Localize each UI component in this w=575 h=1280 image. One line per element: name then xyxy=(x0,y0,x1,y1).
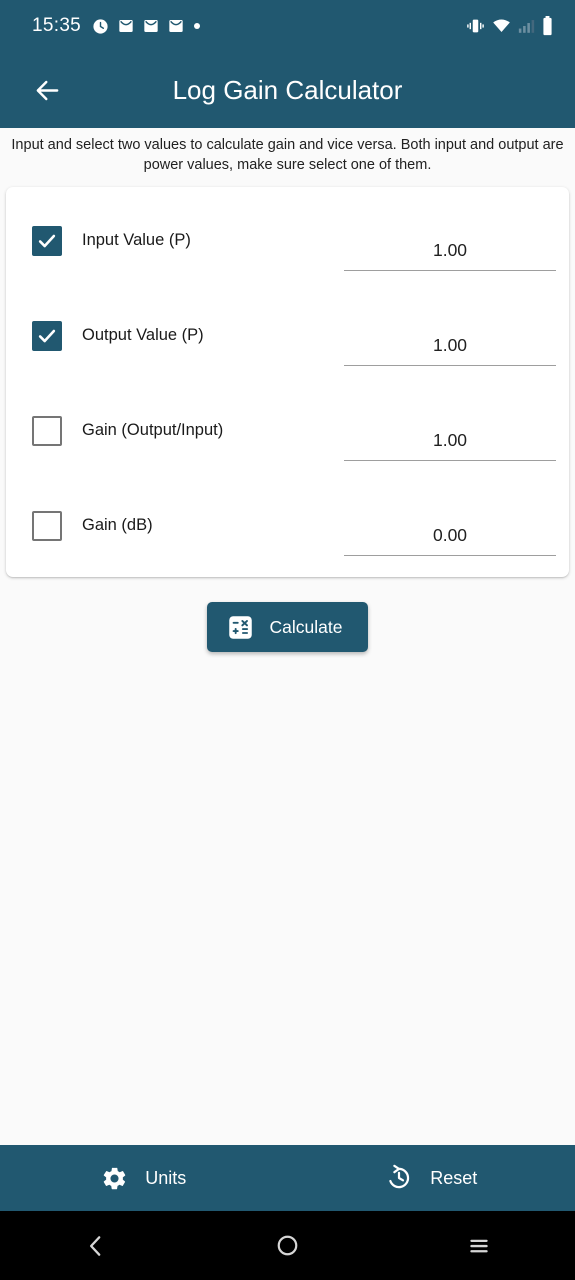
units-button[interactable]: Units xyxy=(0,1145,288,1211)
calculator-icon xyxy=(228,615,252,639)
reset-button[interactable]: Reset xyxy=(288,1145,575,1211)
status-time: 15:35 xyxy=(32,15,82,36)
history-restore-icon xyxy=(389,1164,410,1189)
label-gain-db: Gain (dB) xyxy=(82,516,153,535)
field-gain-db[interactable]: 0.00 xyxy=(344,525,556,574)
label-gain-ratio: Gain (Output/Input) xyxy=(82,421,224,440)
page-title: Log Gain Calculator xyxy=(172,74,403,105)
nav-home-button[interactable] xyxy=(192,1233,384,1258)
label-input-value: Input Value (P) xyxy=(82,231,191,250)
underline xyxy=(344,269,556,272)
mail-icon xyxy=(144,20,158,32)
status-system-icons xyxy=(466,16,561,36)
checkbox-output-value[interactable] xyxy=(32,320,62,351)
signal-icon xyxy=(518,20,535,33)
calculate-button-label: Calculate xyxy=(269,616,343,637)
battery-icon xyxy=(543,16,552,36)
nav-recents-button[interactable] xyxy=(383,1233,575,1259)
vibrate-icon xyxy=(467,19,484,33)
row-output-value: Output Value (P) 1.00 xyxy=(6,288,569,383)
row-input-value: Input Value (P) 1.00 xyxy=(6,193,569,288)
checkbox-gain-ratio[interactable] xyxy=(32,415,62,446)
alarm-clock-icon xyxy=(93,18,108,34)
check-icon xyxy=(38,329,56,342)
dot-icon xyxy=(194,23,201,29)
calculator-card: Input Value (P) 1.00 Output Value (P) 1.… xyxy=(6,187,569,578)
value-output-value: 1.00 xyxy=(432,334,468,355)
checkbox-input-value[interactable] xyxy=(32,225,62,256)
field-input-value[interactable]: 1.00 xyxy=(344,240,556,289)
row-gain-ratio: Gain (Output/Input) 1.00 xyxy=(6,383,569,478)
back-arrow-icon xyxy=(36,80,58,100)
description-text: Input and select two values to calculate… xyxy=(11,137,564,173)
calculate-button-container: Calculate xyxy=(0,577,575,653)
gear-icon xyxy=(103,1167,126,1189)
nav-recents-icon xyxy=(470,1239,488,1252)
underline xyxy=(344,554,556,557)
value-gain-ratio: 1.00 xyxy=(432,429,468,450)
status-notification-icons xyxy=(92,18,201,35)
wifi-icon xyxy=(493,19,510,33)
back-button[interactable] xyxy=(18,61,76,119)
nav-home-icon xyxy=(277,1235,298,1256)
label-output-value: Output Value (P) xyxy=(82,326,204,345)
nav-back-icon xyxy=(89,1235,101,1256)
bottom-action-bar: Units Reset xyxy=(0,1145,575,1211)
checkbox-gain-db[interactable] xyxy=(32,510,62,541)
mail-icon xyxy=(119,20,133,32)
field-output-value[interactable]: 1.00 xyxy=(344,335,556,384)
row-gain-db: Gain (dB) 0.00 xyxy=(6,478,569,573)
units-label: Units xyxy=(145,1167,187,1188)
android-navigation-bar xyxy=(0,1211,575,1280)
mail-icon xyxy=(169,20,183,32)
underline xyxy=(344,459,556,462)
nav-back-button[interactable] xyxy=(0,1233,192,1259)
calculate-button[interactable]: Calculate xyxy=(206,602,369,653)
status-bar: 15:35 xyxy=(0,0,575,52)
reset-label: Reset xyxy=(430,1167,478,1188)
underline xyxy=(344,364,556,367)
value-input-value: 1.00 xyxy=(432,239,468,260)
app-screen: 15:35 Log Gain Calculator Input and sele… xyxy=(0,0,575,1280)
field-gain-ratio[interactable]: 1.00 xyxy=(344,430,556,479)
check-icon xyxy=(38,234,56,247)
value-gain-db: 0.00 xyxy=(432,524,468,545)
app-bar: Log Gain Calculator xyxy=(0,52,575,128)
